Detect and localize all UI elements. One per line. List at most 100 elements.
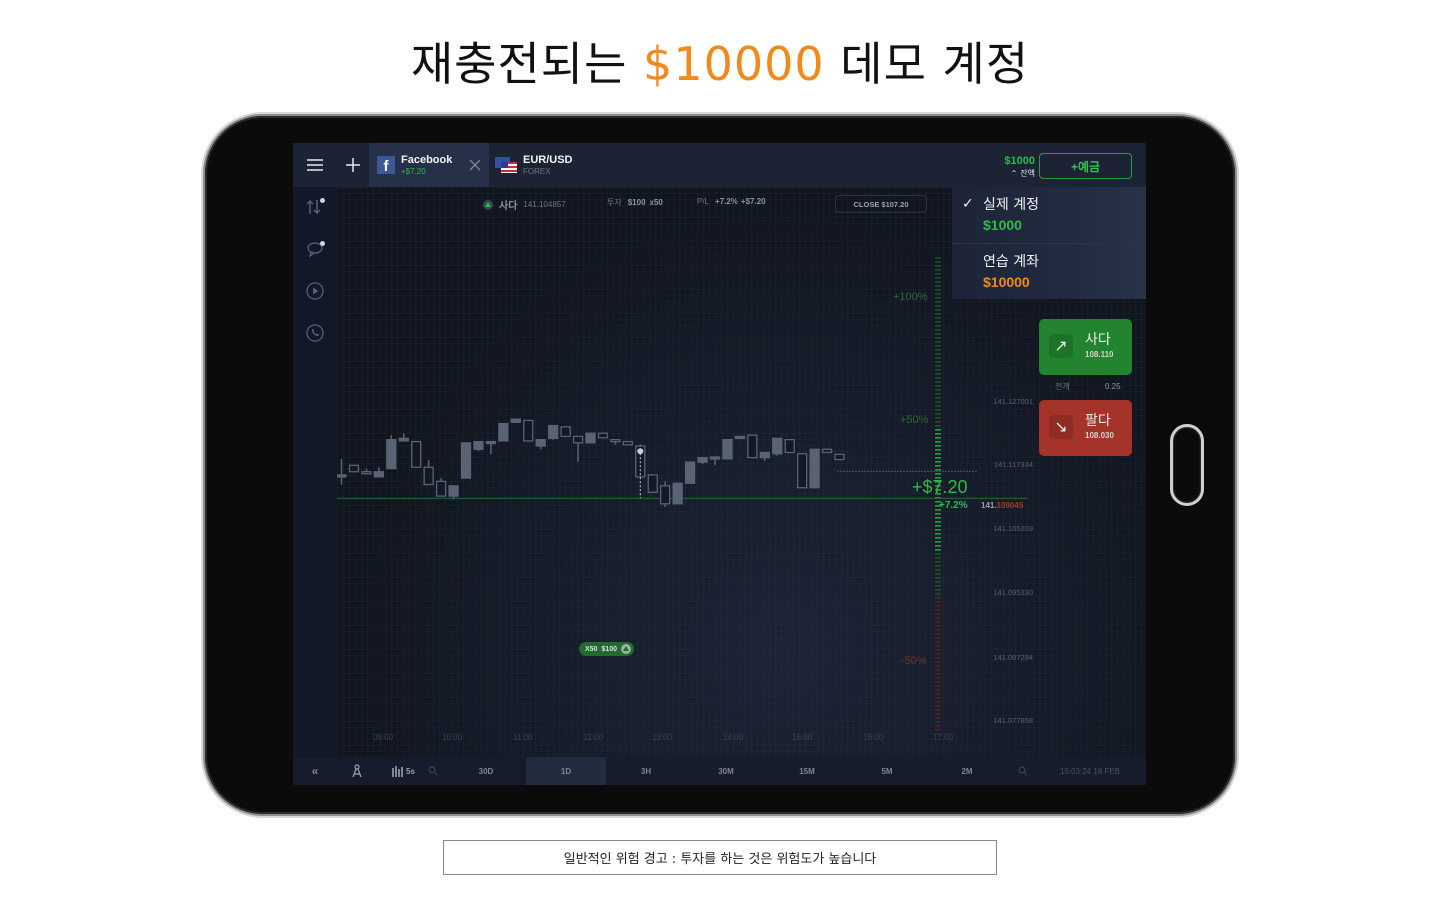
percent-rail-tick: [935, 629, 941, 631]
price-axis-label: 141.077858: [993, 716, 1033, 725]
percent-rail-tick: [935, 601, 941, 603]
candle: [834, 453, 845, 461]
period-30d[interactable]: 30D: [446, 757, 526, 785]
candle: [747, 434, 758, 459]
headline: 재충전되는 $10000 데모 계정: [0, 28, 1440, 94]
candle-body: [697, 456, 708, 463]
tablet-home-button[interactable]: [1170, 424, 1204, 506]
sell-price: 108.030: [1085, 431, 1114, 440]
candle: [547, 424, 559, 440]
candle-interval-button[interactable]: 5s: [385, 757, 421, 785]
percent-rail-tick: [935, 313, 941, 315]
percent-rail-tick: [935, 433, 941, 435]
candle-body: [709, 456, 721, 460]
account-option-name: 연습 계좌: [983, 254, 1039, 270]
time-axis-label: 12:00: [583, 733, 604, 742]
candle: [597, 432, 609, 439]
chat-icon[interactable]: [305, 239, 325, 259]
period-15m[interactable]: 15M: [767, 757, 847, 785]
notification-dot: [320, 241, 325, 246]
add-tab-button[interactable]: [337, 143, 369, 187]
account-option-practice[interactable]: 연습 계좌 $10000: [952, 243, 1146, 299]
percent-rail-tick: [935, 721, 941, 723]
percent-rail-tick: [935, 321, 941, 323]
checkmark-icon: ✓: [962, 195, 974, 211]
time-axis-label: 14:00: [723, 733, 744, 742]
deposit-button[interactable]: +예금: [1039, 153, 1132, 179]
percent-rail-tick: [935, 337, 941, 339]
candle-body: [821, 448, 833, 454]
candle-body: [373, 471, 384, 478]
period-2m[interactable]: 2M: [927, 757, 1007, 785]
zoom-button-right[interactable]: [1015, 757, 1031, 785]
percent-rail-tick: [935, 705, 941, 707]
percent-rail-tick: [935, 513, 941, 515]
candle-body: [460, 442, 472, 479]
period-1d[interactable]: 1D: [526, 757, 606, 785]
period-30m[interactable]: 30M: [686, 757, 766, 785]
drawing-tools-button[interactable]: [345, 757, 369, 785]
candle: [361, 468, 372, 475]
candle: [423, 460, 434, 486]
pnl-overlay-amount: +$7.20: [912, 477, 968, 497]
percent-rail-tick: [935, 265, 941, 267]
chevron-up-icon: ⌃: [1010, 169, 1018, 178]
balance-label: 잔액: [1020, 169, 1035, 178]
candle: [734, 435, 746, 440]
candle: [473, 440, 484, 452]
risk-warning: 일반적인 위험 경고 : 투자를 하는 것은 위험도가 높습니다: [443, 840, 997, 875]
video-icon[interactable]: [305, 281, 325, 301]
double-chevron-left-icon: «: [311, 764, 319, 778]
percent-rail-tick: [935, 413, 941, 415]
candle: [386, 435, 397, 470]
candle: [821, 448, 833, 454]
percent-rail-tick: [935, 625, 941, 627]
percent-rail-tick: [935, 693, 941, 695]
percent-rail-tick: [935, 409, 941, 411]
candle: [709, 456, 721, 466]
candle-body: [772, 437, 783, 455]
percent-rail-tick: [935, 609, 941, 611]
percent-rail-tick: [935, 577, 941, 579]
percent-rail-tick: [935, 437, 941, 439]
candle-body: [423, 466, 434, 486]
percent-rail-tick: [935, 517, 941, 519]
candle-body: [809, 448, 820, 489]
percent-rail-tick: [935, 701, 941, 703]
percent-rail-tick: [935, 661, 941, 663]
balance-selector[interactable]: $1000 ⌃ 잔액: [975, 155, 1035, 179]
entry-marker[interactable]: X50 $100: [579, 642, 635, 656]
percent-rail-tick: [935, 389, 941, 391]
buy-button[interactable]: ↗ 사다 108.110: [1039, 319, 1132, 375]
percent-rail-tick: [935, 269, 941, 271]
account-option-real[interactable]: ✓ 실제 계정 $1000: [952, 187, 1146, 243]
period-3h[interactable]: 3H: [606, 757, 686, 785]
price-axis-label: 141.117334: [993, 460, 1033, 469]
deals-icon[interactable]: [305, 197, 325, 217]
percent-rail-tick: [935, 277, 941, 279]
entry-marker-amount: $100: [601, 645, 618, 653]
menu-button[interactable]: [293, 143, 337, 187]
phone-icon[interactable]: [305, 323, 325, 343]
percent-rail-tick: [935, 669, 941, 671]
percent-rail-tick: [935, 465, 941, 467]
tab-eur-usd[interactable]: EUR/USD FOREX: [493, 143, 593, 187]
candle-body: [610, 438, 621, 443]
candle-body: [722, 438, 733, 460]
percent-rail-tick: [935, 541, 941, 543]
candle-body: [448, 485, 459, 497]
percent-rail-tick: [935, 385, 941, 387]
candle: [585, 432, 596, 444]
percent-rail-tick: [935, 345, 941, 347]
close-tab-button[interactable]: [461, 143, 489, 187]
candle-body: [597, 432, 609, 439]
candle: [759, 451, 770, 461]
percent-rail-tick: [935, 545, 941, 547]
period-5m[interactable]: 5M: [847, 757, 927, 785]
percent-rail-tick: [935, 297, 941, 299]
tab-facebook-pnl: +$7.20: [401, 167, 426, 176]
level-plus-50: +50%: [900, 414, 928, 426]
collapse-button[interactable]: «: [303, 757, 327, 785]
sell-button[interactable]: ↘ 팔다 108.030: [1039, 400, 1132, 456]
zoom-button[interactable]: [425, 757, 441, 785]
